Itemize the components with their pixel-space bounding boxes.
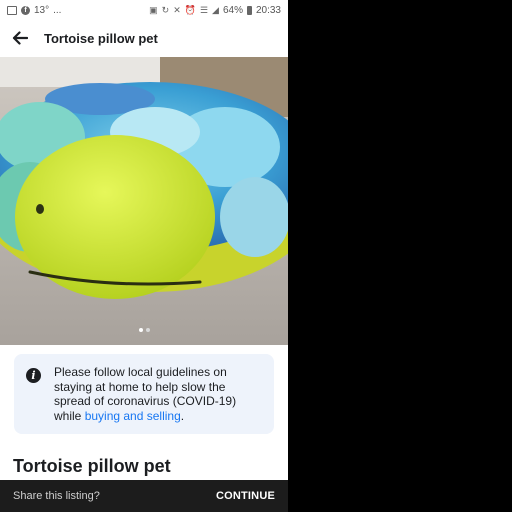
pager-dot-2[interactable] (145, 328, 150, 332)
photo-image (0, 57, 288, 345)
listing-title: Tortoise pillow pet (13, 456, 171, 476)
app-header: Tortoise pillow pet (0, 20, 288, 56)
temperature: 13° (34, 4, 50, 16)
notice-text: Please follow local guidelines on stayin… (54, 365, 264, 423)
share-prompt: Share this listing? (13, 490, 100, 502)
phone-screen: f 13° ... ▣ ↻ ✕ ⏰ ☰ ◢ 64% 20:33 Tortoise… (0, 0, 288, 512)
buying-selling-link[interactable]: buying and selling (85, 409, 181, 423)
lock-icon: ▣ (149, 4, 158, 15)
photo-pager (0, 328, 288, 332)
alarm-icon: ⏰ (184, 4, 196, 15)
mute-icon: ✕ (173, 4, 181, 15)
signal-dots: ... (53, 4, 62, 16)
status-bar: f 13° ... ▣ ↻ ✕ ⏰ ☰ ◢ 64% 20:33 (0, 0, 288, 20)
share-bar: Share this listing? CONTINUE (0, 480, 288, 512)
arrow-left-icon (12, 31, 28, 45)
gallery-icon (7, 5, 17, 15)
pager-dot-1[interactable] (138, 328, 143, 332)
notice-period: . (180, 408, 185, 423)
facebook-icon: f (21, 5, 30, 15)
covid-notice: i Please follow local guidelines on stay… (14, 354, 274, 434)
listing-photo[interactable] (0, 57, 288, 345)
wifi-icon: ☰ (199, 4, 209, 15)
continue-button[interactable]: CONTINUE (216, 490, 275, 502)
info-icon: i (26, 368, 41, 383)
battery-percent: 64% (222, 4, 243, 16)
sync-icon: ↻ (161, 4, 170, 15)
battery-icon (246, 5, 252, 15)
back-button[interactable] (0, 20, 40, 56)
page-title: Tortoise pillow pet (44, 30, 158, 46)
clock: 20:33 (255, 4, 281, 16)
signal-icon: ◢ (212, 4, 219, 15)
